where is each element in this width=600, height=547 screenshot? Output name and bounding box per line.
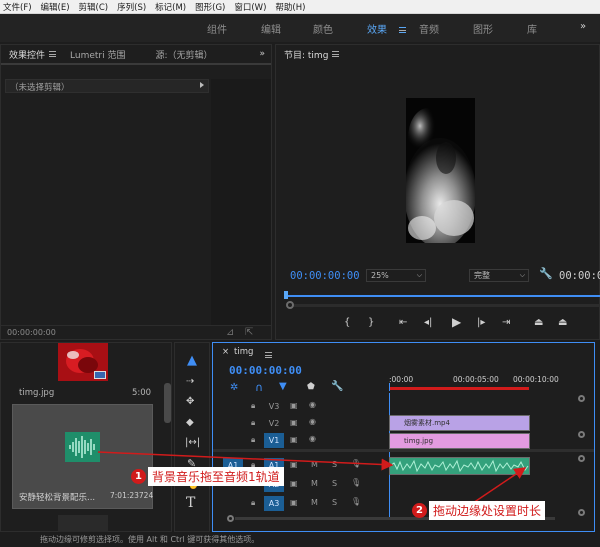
status-bar: 拖动边缘可修剪选择项。使用 Alt 和 Ctrl 键可获得其他选项。 [0,532,600,547]
annotation-text: 拖动边缘处设置时长 [429,501,546,520]
arrow-2 [469,467,527,506]
annotation-badge: 2 [412,503,427,518]
annotation-text: 背景音乐拖至音频1轨道 [148,467,284,486]
arrow-1 [97,451,394,471]
annotation-badge: 1 [131,469,146,484]
annotation-arrows [97,451,527,506]
